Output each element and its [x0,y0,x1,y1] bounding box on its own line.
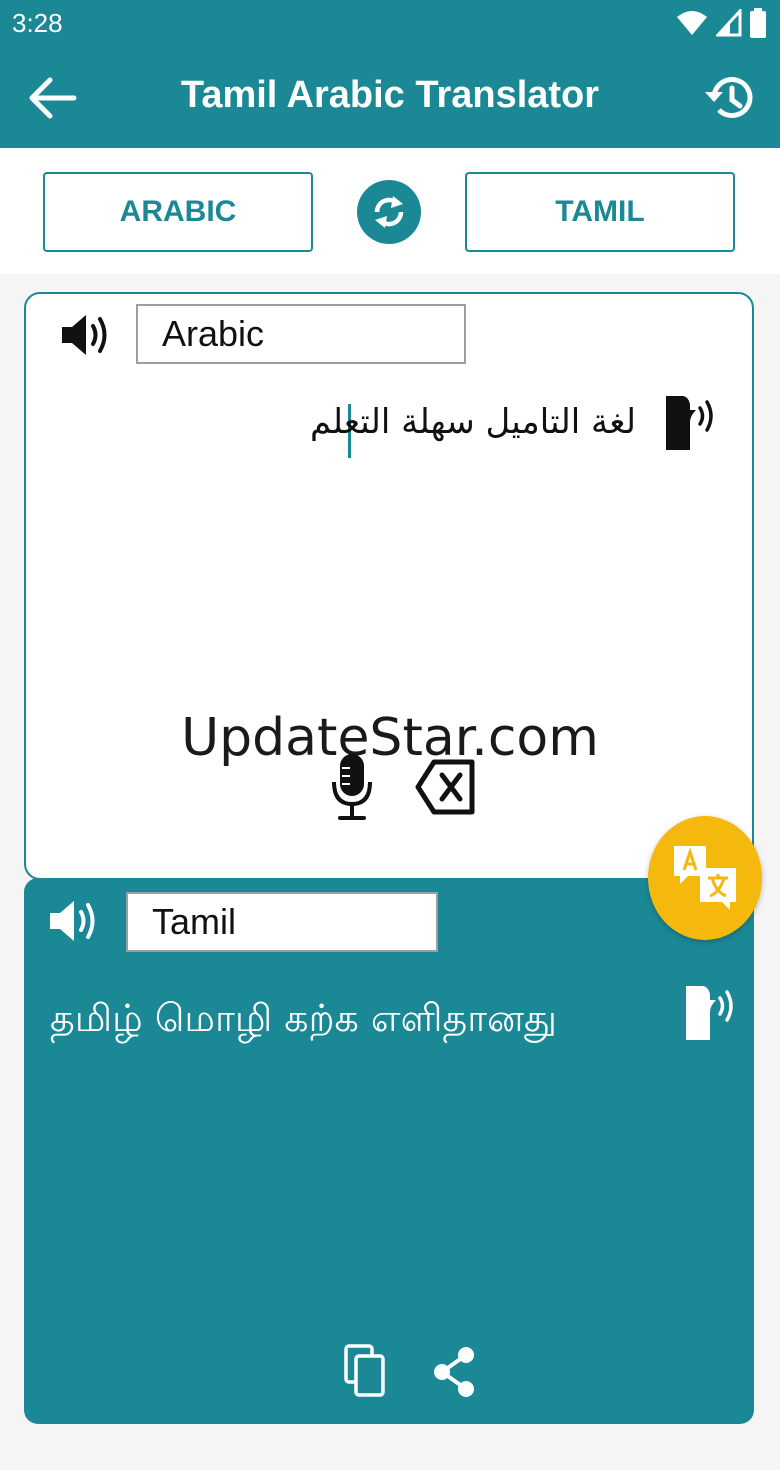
translate-icon [674,846,736,910]
page-title: Tamil Arabic Translator [180,74,600,116]
source-text-input[interactable]: لغة التاميل سهلة التعلم [310,402,636,442]
translate-button[interactable] [648,816,762,940]
source-language-button[interactable]: ARABIC [43,172,313,252]
status-icons [676,8,766,38]
target-language-label: Tamil [126,892,438,952]
wifi-icon [677,11,707,35]
app-bar: Tamil Arabic Translator [0,48,780,148]
share-icon[interactable] [432,1346,476,1398]
language-selector: ARABIC TAMIL [0,148,780,274]
backspace-clear-icon[interactable] [414,756,476,818]
speaker-icon[interactable] [60,310,116,360]
history-icon[interactable] [702,70,758,126]
copy-icon[interactable] [344,1344,386,1398]
microphone-icon[interactable] [330,752,374,824]
status-bar: 3:28 [0,0,780,48]
watermark: UpdateStar.com [181,708,599,768]
speaker-icon[interactable] [48,896,104,946]
signal-icon [716,9,742,37]
source-language-label: Arabic [136,304,466,364]
output-card: Tamil தமிழ் மொழி கற்க எளிதானது [24,878,754,1424]
text-to-speech-icon[interactable] [664,392,718,452]
text-to-speech-icon[interactable] [684,982,738,1042]
battery-icon [750,8,766,38]
translated-text: தமிழ் மொழி கற்க எளிதானது [50,996,557,1040]
target-language-button[interactable]: TAMIL [465,172,735,252]
swap-icon [374,196,404,228]
swap-languages-button[interactable] [357,180,421,244]
status-time: 3:28 [12,8,63,38]
input-card: Arabic لغة التاميل سهلة التعلم [24,292,754,880]
